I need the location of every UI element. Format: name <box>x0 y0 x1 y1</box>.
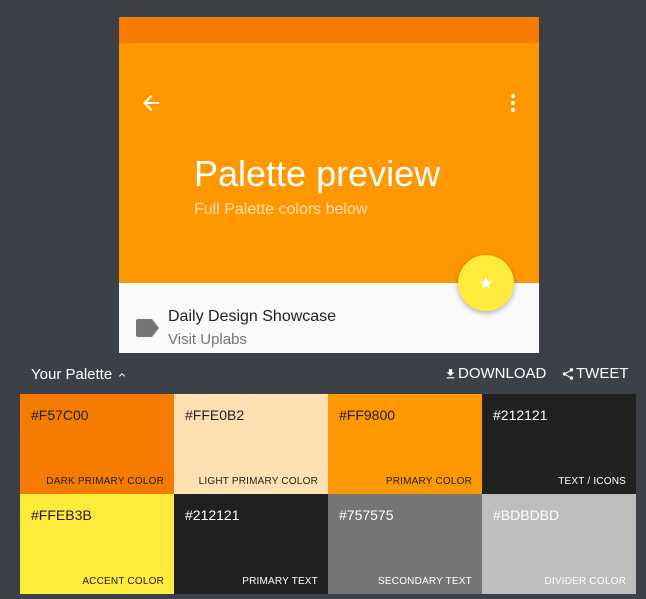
swatch-hex: #F57C00 <box>31 407 89 423</box>
swatch-accent[interactable]: #FFEB3B ACCENT COLOR <box>20 494 174 594</box>
swatch-name: SECONDARY TEXT <box>378 576 472 587</box>
swatch-light-primary[interactable]: #FFE0B2 LIGHT PRIMARY COLOR <box>174 394 328 494</box>
list-item-subtitle[interactable]: Visit Uplabs <box>168 331 247 348</box>
swatch-name: PRIMARY TEXT <box>242 576 318 587</box>
swatch-name: ACCENT COLOR <box>82 576 164 587</box>
swatch-hex: #FFE0B2 <box>185 407 245 423</box>
swatch-hex: #BDBDBD <box>493 507 560 523</box>
favorite-fab-button[interactable] <box>458 255 514 311</box>
arrow-back-icon[interactable] <box>139 91 163 115</box>
palette-panel: Your Palette DOWNLOAD TWEET #F57C00 DARK… <box>20 353 636 599</box>
swatch-hex: #FFEB3B <box>31 507 92 523</box>
swatch-hex: #212121 <box>493 407 548 423</box>
swatch-text-icons[interactable]: #212121 TEXT / ICONS <box>482 394 636 494</box>
swatch-hex: #212121 <box>185 507 240 523</box>
swatch-primary-text[interactable]: #212121 PRIMARY TEXT <box>174 494 328 594</box>
swatch-hex: #757575 <box>339 507 394 523</box>
download-icon <box>446 368 455 378</box>
palette-title: Your Palette <box>31 366 113 383</box>
palette-header: Your Palette DOWNLOAD TWEET <box>20 353 636 394</box>
download-label: DOWNLOAD <box>458 365 547 382</box>
swatch-name: TEXT / ICONS <box>558 476 626 487</box>
swatch-secondary-text[interactable]: #757575 SECONDARY TEXT <box>328 494 482 594</box>
list-item-title[interactable]: Daily Design Showcase <box>168 308 336 326</box>
swatch-name: DARK PRIMARY COLOR <box>46 476 164 487</box>
tweet-label: TWEET <box>576 365 629 382</box>
swatch-name: PRIMARY COLOR <box>385 476 472 487</box>
app-bar: Palette preview Full Palette colors belo… <box>119 43 539 283</box>
chevron-up-icon <box>119 372 126 377</box>
swatch-hex: #FF9800 <box>339 407 396 423</box>
share-icon <box>562 367 574 380</box>
download-button[interactable]: DOWNLOAD <box>444 365 546 382</box>
status-bar <box>119 17 539 43</box>
swatch-name: LIGHT PRIMARY COLOR <box>198 476 318 487</box>
swatch-primary[interactable]: #FF9800 PRIMARY COLOR <box>328 394 482 494</box>
preview-subtitle: Full Palette colors below <box>194 201 368 218</box>
swatch-grid: #F57C00 DARK PRIMARY COLOR #FFE0B2 LIGHT… <box>20 394 636 594</box>
palette-toggle[interactable]: Your Palette <box>31 366 128 383</box>
label-icon <box>136 319 159 337</box>
swatch-divider[interactable]: #BDBDBD DIVIDER COLOR <box>482 494 636 594</box>
more-vert-icon[interactable] <box>501 91 525 115</box>
swatch-name: DIVIDER COLOR <box>544 576 626 587</box>
swatch-dark-primary[interactable]: #F57C00 DARK PRIMARY COLOR <box>20 394 174 494</box>
palette-preview-card: Palette preview Full Palette colors belo… <box>119 17 539 357</box>
preview-title: Palette preview <box>194 153 441 194</box>
star-icon <box>480 277 492 289</box>
tweet-button[interactable]: TWEET <box>561 365 629 382</box>
